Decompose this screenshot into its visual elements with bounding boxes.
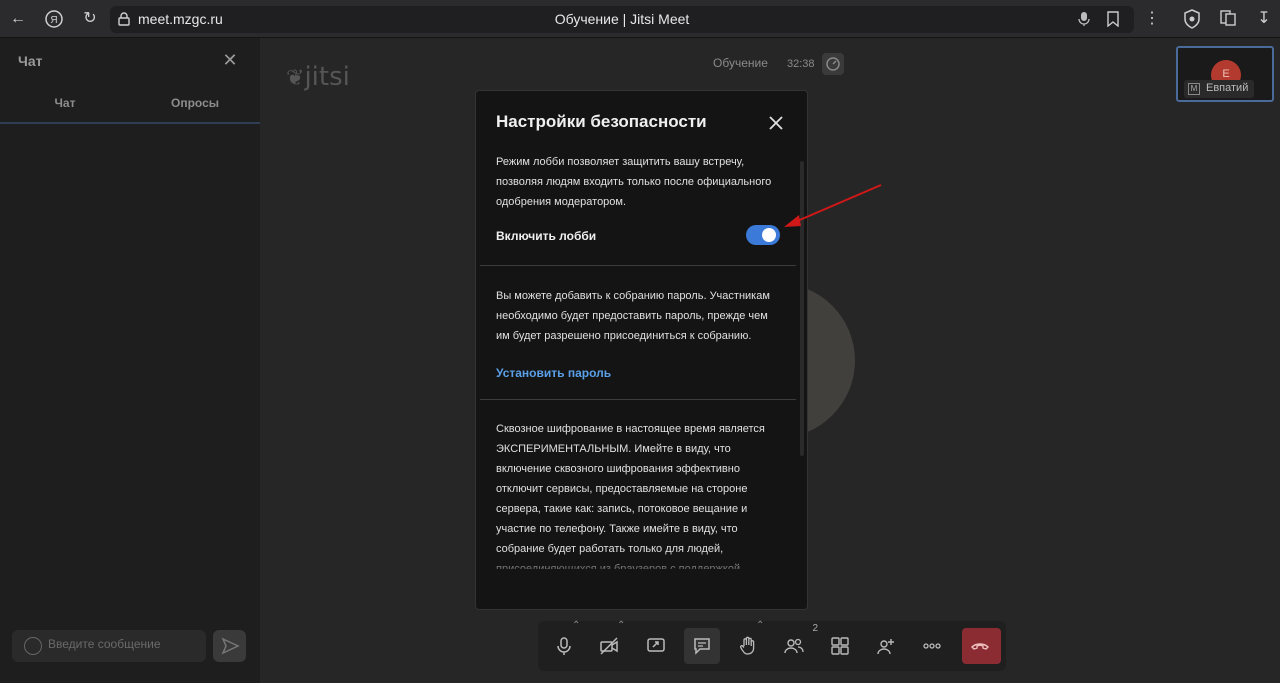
hangup-button[interactable] xyxy=(962,628,1001,664)
toggle-knob xyxy=(762,228,776,242)
participants-count-badge: 2 xyxy=(812,623,818,634)
chat-close-icon[interactable]: ✕ xyxy=(220,50,240,70)
bookmark-icon[interactable] xyxy=(1107,11,1119,32)
dialog-scrollbar[interactable] xyxy=(800,161,804,456)
participant-name-label: M Евпатий xyxy=(1184,80,1255,98)
camera-off-icon xyxy=(600,637,618,655)
camera-button[interactable]: ⌃ xyxy=(591,620,627,664)
meeting-toolbar: ⌃ ⌃ ⌃ 2 xyxy=(538,620,1006,671)
page-title: Обучение | Jitsi Meet xyxy=(554,11,690,27)
svg-text:Я: Я xyxy=(50,15,57,26)
tab-chat[interactable]: Чат xyxy=(0,96,130,110)
chat-panel-title: Чат xyxy=(18,53,43,69)
microphone-icon xyxy=(557,637,571,655)
address-bar[interactable]: meet.mzgc.ru Обучение | Jitsi Meet xyxy=(110,6,1134,33)
chevron-up-icon[interactable]: ⌃ xyxy=(617,620,625,631)
chat-icon xyxy=(694,638,710,655)
meeting-timer: 32:38 xyxy=(787,58,815,70)
hand-icon xyxy=(739,636,755,655)
password-description: Вы можете добавить к собранию пароль. Уч… xyxy=(496,290,770,342)
lobby-toggle[interactable] xyxy=(746,225,780,245)
performance-icon[interactable] xyxy=(822,53,844,75)
participants-icon xyxy=(784,638,804,654)
section-divider xyxy=(480,265,796,266)
jitsi-logo: ❦jitsi xyxy=(286,62,350,92)
participant-thumbnail[interactable]: Е M Евпатий xyxy=(1176,46,1274,102)
reload-icon[interactable]: ↻ xyxy=(80,9,100,29)
phone-hangup-icon xyxy=(971,643,989,650)
screen-share-button[interactable] xyxy=(638,628,674,664)
e2ee-description: Сквозное шифрование в настоящее время яв… xyxy=(496,423,765,569)
invite-button[interactable] xyxy=(868,628,904,664)
section-divider xyxy=(480,399,796,400)
message-input-container xyxy=(12,630,206,662)
chevron-up-icon[interactable]: ⌃ xyxy=(572,620,580,631)
more-actions-button[interactable] xyxy=(914,628,950,664)
shield-icon[interactable] xyxy=(1182,9,1202,29)
microphone-button[interactable]: ⌃ xyxy=(546,620,582,664)
chat-panel: Чат ✕ Чат Опросы xyxy=(0,38,260,683)
set-password-link[interactable]: Установить пароль xyxy=(496,366,611,380)
tab-polls[interactable]: Опросы xyxy=(130,96,260,110)
moderator-icon: M xyxy=(1188,83,1200,95)
security-settings-dialog: Настройки безопасности Режим лобби позво… xyxy=(475,90,808,610)
chat-button[interactable] xyxy=(684,628,720,664)
add-user-icon xyxy=(877,639,894,655)
chevron-up-icon[interactable]: ⌃ xyxy=(756,620,764,631)
lobby-description: Режим лобби позволяет защитить вашу встр… xyxy=(496,156,772,208)
tile-view-button[interactable] xyxy=(822,628,858,664)
browser-toolbar: ← Я ↻ meet.mzgc.ru Обучение | Jitsi Meet… xyxy=(0,0,1280,38)
dialog-title: Настройки безопасности xyxy=(496,112,707,131)
lobby-toggle-label: Включить лобби xyxy=(496,229,597,243)
grid-icon xyxy=(831,637,849,655)
send-button[interactable] xyxy=(213,630,246,662)
raise-hand-button[interactable]: ⌃ xyxy=(730,620,766,664)
send-icon xyxy=(221,637,240,655)
screen-share-icon xyxy=(647,638,665,652)
collections-icon[interactable] xyxy=(1218,9,1238,29)
meeting-name: Обучение xyxy=(713,56,768,70)
back-arrow-icon[interactable]: ← xyxy=(8,9,28,29)
microphone-icon[interactable] xyxy=(1078,11,1090,32)
download-icon[interactable]: ↧ xyxy=(1254,9,1274,29)
tab-underline xyxy=(0,122,260,124)
dialog-close-icon[interactable] xyxy=(766,113,786,133)
more-vertical-icon[interactable]: ⋮ xyxy=(1142,9,1162,29)
participants-button[interactable]: 2 xyxy=(776,623,818,664)
scroll-fade xyxy=(476,551,796,581)
yandex-icon[interactable]: Я xyxy=(44,9,64,29)
message-input[interactable] xyxy=(48,637,198,651)
emoji-icon[interactable] xyxy=(24,637,42,655)
more-horizontal-icon xyxy=(923,643,941,649)
participant-name: Евпатий xyxy=(1206,82,1249,94)
